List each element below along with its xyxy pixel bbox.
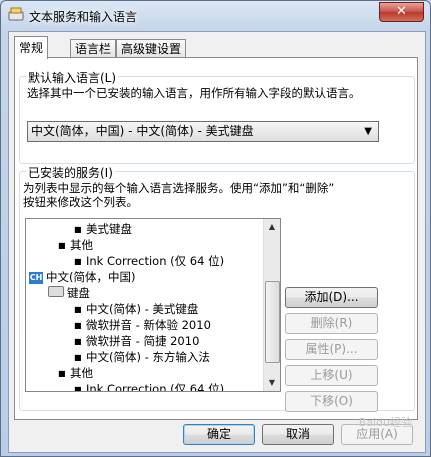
- tree-item[interactable]: ■ 中文(简体) - 美式键盘: [74, 301, 198, 317]
- tree-item[interactable]: ■ 美式键盘: [74, 221, 132, 237]
- dialog-window: 文本服务和输入语言 ✕ 常规 语言栏 高级键设置 默认输入语言(L) 选择其中一…: [0, 0, 431, 457]
- dialog-client-area: 常规 语言栏 高级键设置 默认输入语言(L) 选择其中一个已安装的输入语言，用作…: [8, 31, 426, 453]
- move-up-button[interactable]: 上移(U): [285, 365, 378, 386]
- bullet-icon: ■: [58, 241, 66, 250]
- tree-item-category[interactable]: 键盘: [48, 285, 90, 301]
- scroll-up-arrow-icon[interactable]: ▲: [264, 219, 280, 235]
- tree-item[interactable]: ■ 微软拼音 - 简捷 2010: [74, 333, 199, 349]
- keyboard-app-icon: [8, 7, 24, 21]
- bullet-icon: ■: [74, 385, 82, 392]
- tree-item[interactable]: ■ Ink Correction (仅 64 位): [74, 253, 224, 269]
- tree-item[interactable]: ■ 其他: [58, 365, 93, 381]
- tree-item[interactable]: ■ 微软拼音 - 新体验 2010: [74, 317, 211, 333]
- bullet-icon: ■: [74, 353, 82, 362]
- installed-services-description-line2: 按钮来修改这个列表。: [23, 195, 138, 209]
- tree-item[interactable]: ■ Ink Correction (仅 64 位): [74, 381, 224, 392]
- bullet-icon: ■: [74, 321, 82, 330]
- tree-item[interactable]: ■ 中文(简体) - 东方输入法: [74, 349, 210, 365]
- installed-services-description-line1: 为列表中显示的每个输入语言选择服务。使用“添加”和“删除”: [23, 181, 335, 195]
- scroll-down-arrow-icon[interactable]: ▼: [264, 375, 280, 391]
- tab-advanced-key-settings[interactable]: 高级键设置: [116, 39, 187, 58]
- installed-services-tree[interactable]: ■ 美式键盘 ■ 其他 ■ Ink Correction (仅 64 位) CH 中文(…: [25, 218, 281, 392]
- bullet-icon: ■: [58, 369, 66, 378]
- bullet-icon: ■: [74, 305, 82, 314]
- ok-button[interactable]: 确定: [183, 424, 255, 445]
- window-title: 文本服务和输入语言: [29, 10, 138, 24]
- move-down-button[interactable]: 下移(O): [285, 391, 378, 412]
- default-language-value: 中文(简体，中国) - 中文(简体) - 美式键盘: [31, 124, 254, 138]
- tree-scrollbar[interactable]: ▲ ▼: [263, 219, 280, 391]
- bullet-icon: ■: [74, 257, 82, 266]
- installed-services-group: 已安装的服务(I) 为列表中显示的每个输入语言选择服务。使用“添加”和“删除” …: [19, 164, 415, 412]
- default-language-title: 默认输入语言(L): [26, 69, 119, 86]
- keyboard-icon: [48, 286, 64, 297]
- tree-item-language[interactable]: CH 中文(简体，中国): [29, 269, 135, 285]
- remove-button[interactable]: 删除(R): [285, 313, 378, 334]
- properties-button[interactable]: 属性(P)...: [285, 339, 378, 360]
- default-language-group: 默认输入语言(L) 选择其中一个已安装的输入语言，用作所有输入字段的默认语言。 …: [19, 69, 415, 164]
- bullet-icon: ■: [74, 225, 82, 234]
- tab-general[interactable]: 常规: [14, 36, 49, 59]
- scrollbar-thumb[interactable]: [265, 281, 280, 363]
- cancel-button[interactable]: 取消: [262, 424, 334, 445]
- ch-language-icon: CH: [29, 272, 43, 284]
- chevron-down-icon: ▼: [364, 126, 372, 137]
- title-bar[interactable]: 文本服务和输入语言 ✕: [1, 1, 430, 29]
- general-tab-panel: 默认输入语言(L) 选择其中一个已安装的输入语言，用作所有输入字段的默认语言。 …: [14, 57, 418, 420]
- watermark-text: Baidu经验: [358, 416, 412, 429]
- add-button[interactable]: 添加(D)...: [285, 287, 378, 308]
- tab-language-bar[interactable]: 语言栏: [70, 39, 117, 58]
- tree-item[interactable]: ■ 其他: [58, 237, 93, 253]
- bullet-icon: ■: [74, 337, 82, 346]
- default-language-description: 选择其中一个已安装的输入语言，用作所有输入字段的默认语言。: [27, 86, 361, 100]
- installed-services-title: 已安装的服务(I): [26, 164, 115, 181]
- close-button[interactable]: ✕: [379, 2, 424, 22]
- default-language-select[interactable]: 中文(简体，中国) - 中文(简体) - 美式键盘 ▼: [27, 121, 379, 142]
